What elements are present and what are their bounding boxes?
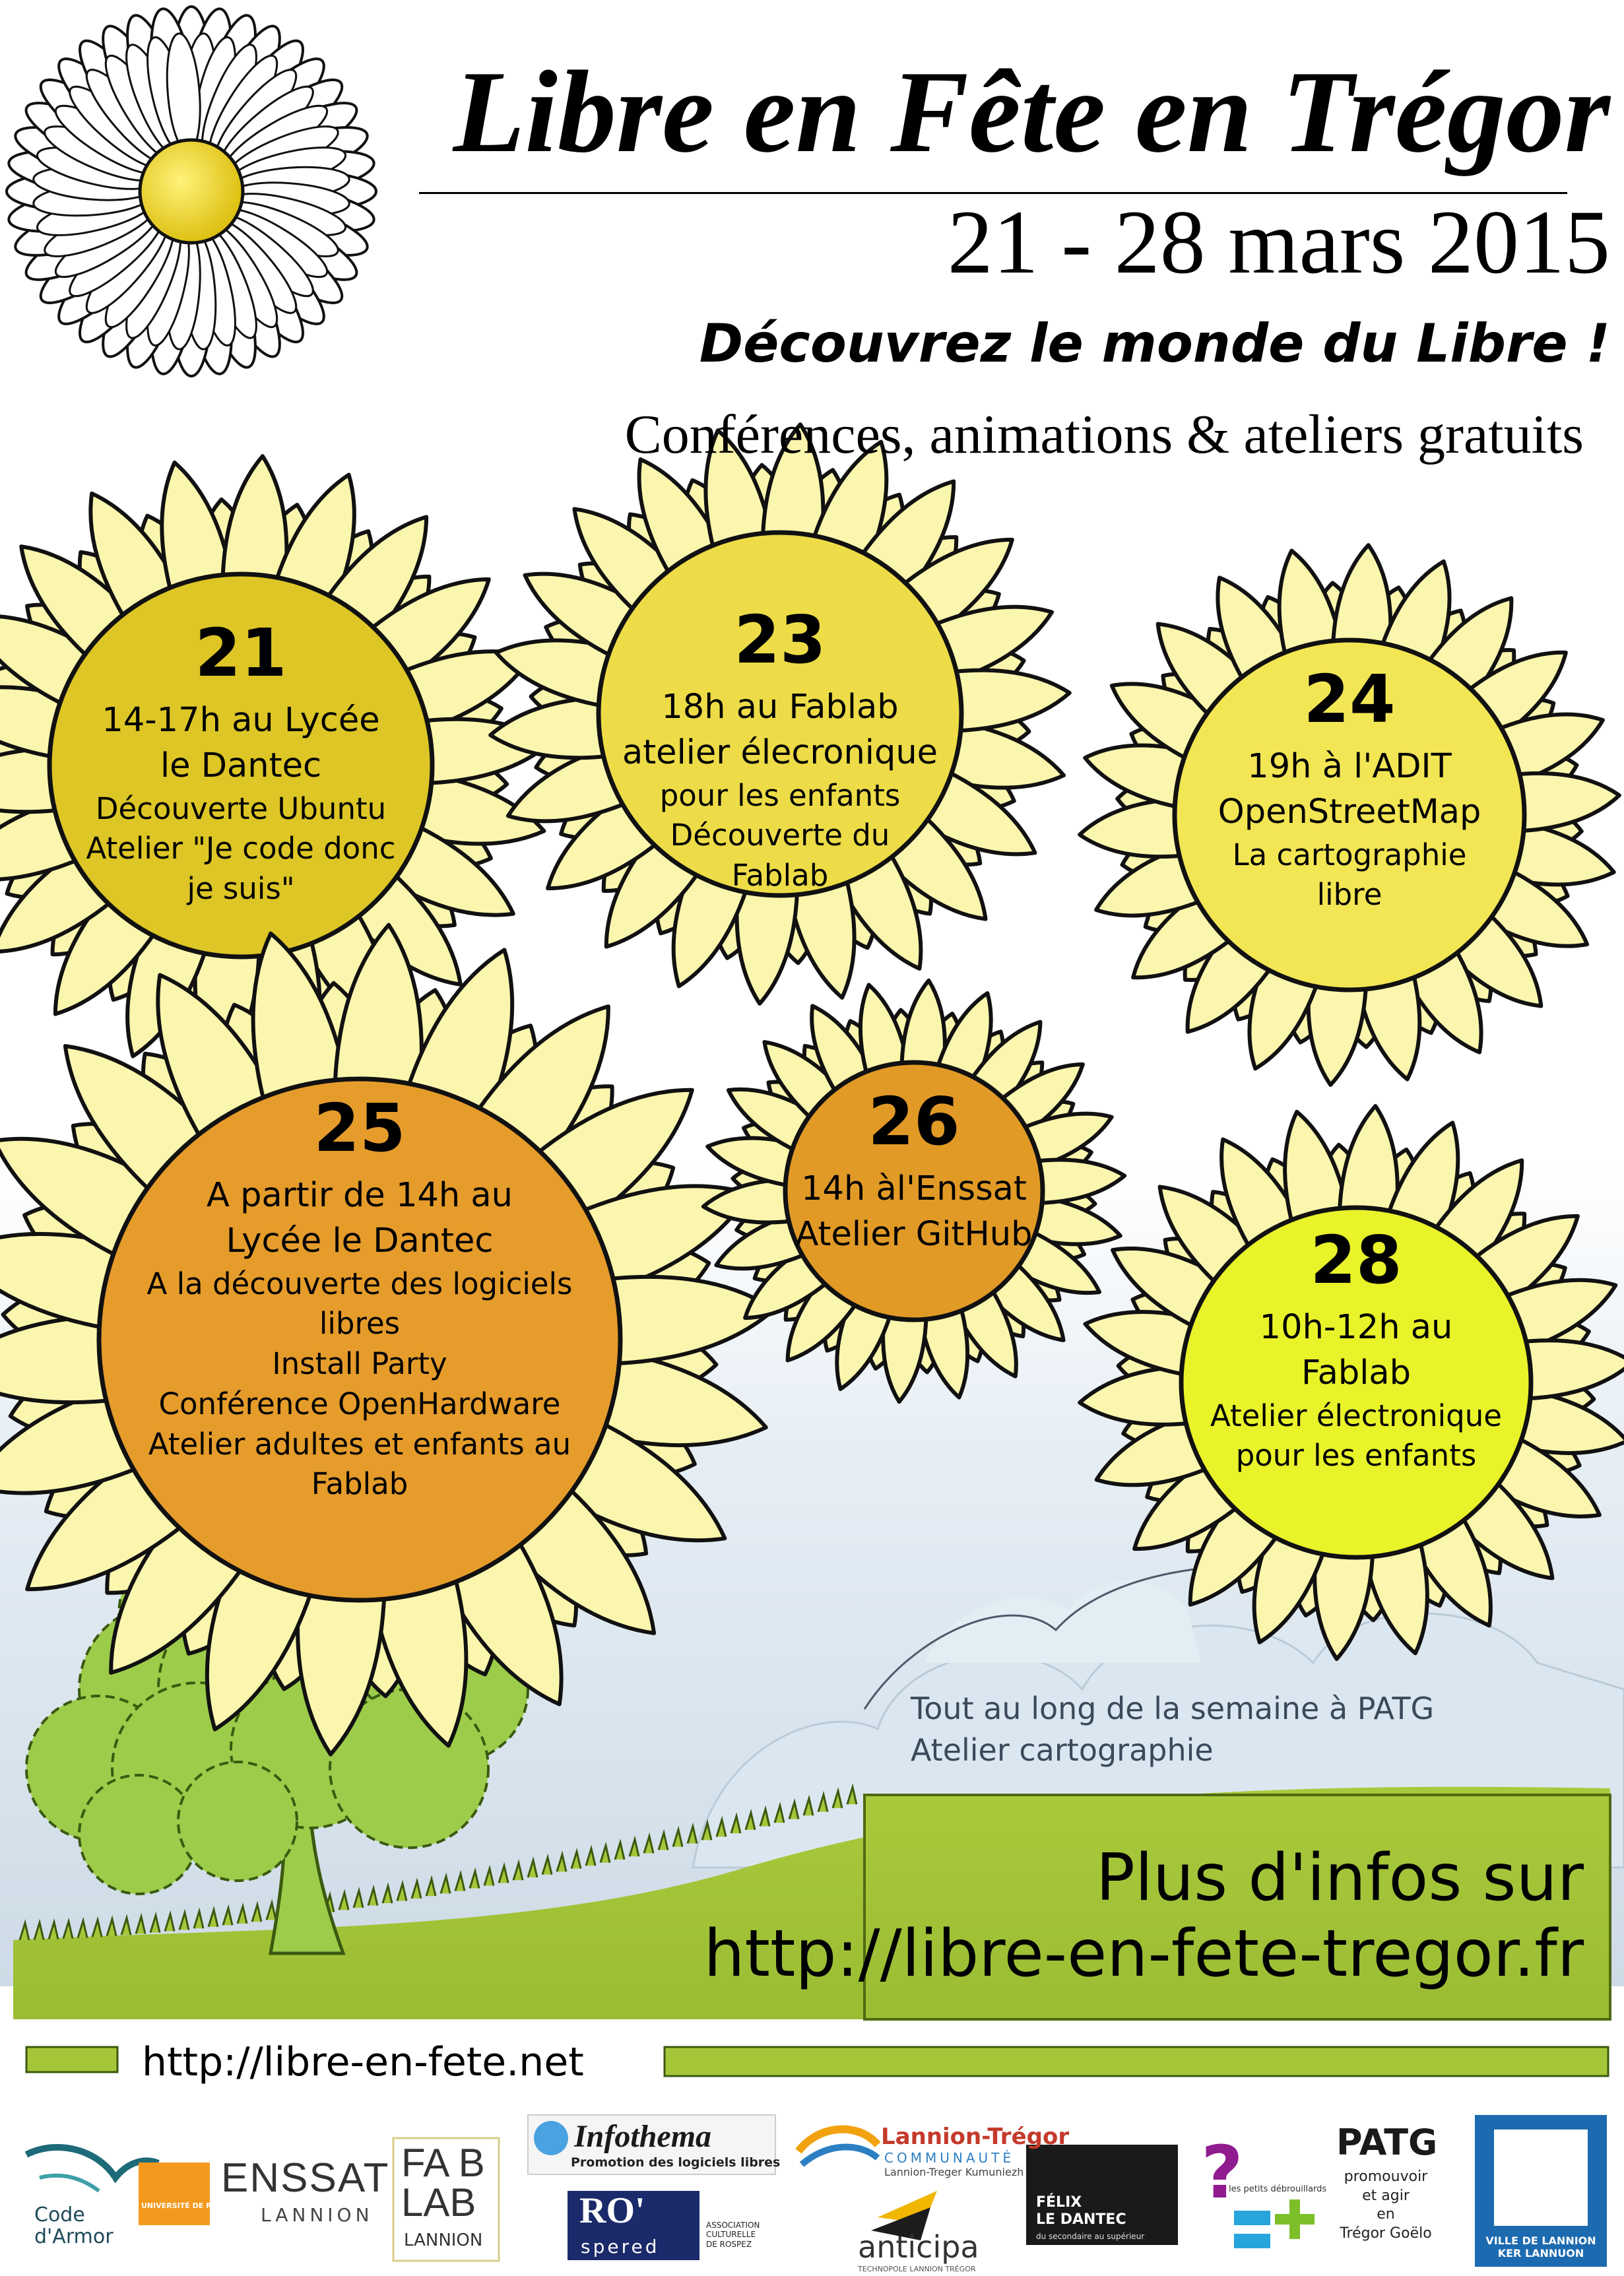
fablab-sub: LANNION bbox=[404, 2230, 483, 2250]
event-line: pour les enfants bbox=[1235, 1438, 1477, 1474]
logo-code-armor[interactable]: Code d'Armor bbox=[34, 2204, 114, 2248]
code-armor-line2: d'Armor bbox=[34, 2225, 114, 2248]
fablab-b1: B bbox=[458, 2141, 485, 2185]
patg-sub: promouvoir et agir en Trégor Goëlo bbox=[1336, 2168, 1435, 2243]
week-note: Tout au long de la semaine à PATG Atelie… bbox=[911, 1688, 1434, 1772]
svg-text:?: ? bbox=[1201, 2130, 1243, 2215]
event-line: OpenStreetMap bbox=[1218, 792, 1481, 831]
tagline: Découvrez le monde du Libre ! bbox=[699, 313, 1610, 374]
rospered-assoc: ASSOCIATION CULTURELLE DE ROSPEZ bbox=[706, 2221, 760, 2249]
event-line: pour les enfants bbox=[659, 777, 901, 813]
event-line: Atelier adultes et enfants au bbox=[148, 1426, 571, 1462]
week-note-line2: Atelier cartographie bbox=[911, 1732, 1214, 1769]
event-line: 10h-12h au bbox=[1259, 1308, 1453, 1347]
logo-infothema[interactable]: Infothema bbox=[574, 2118, 711, 2155]
logo-lannion-tregor[interactable]: Lannion-Trégor bbox=[881, 2124, 1069, 2150]
footer-stripe-left bbox=[25, 2046, 119, 2073]
event-line: La cartographie bbox=[1232, 837, 1467, 872]
event-line: Atelier "Je code donc bbox=[86, 831, 396, 866]
logo-patg[interactable]: PATG bbox=[1336, 2122, 1437, 2163]
event-line: Découverte du bbox=[670, 818, 890, 853]
rospered-assoc-1: ASSOCIATION bbox=[706, 2221, 760, 2230]
subtitle: Conférences, animations & ateliers gratu… bbox=[624, 404, 1584, 465]
poster-title: Libre en Fête en Trégor bbox=[453, 46, 1610, 177]
logo-enssat[interactable]: ENSSAT bbox=[221, 2155, 389, 2201]
logo-enssat-sub: LANNION bbox=[261, 2204, 374, 2226]
patg-sub-3: en bbox=[1377, 2206, 1395, 2223]
logo-fablab[interactable]: FA B LAB bbox=[401, 2143, 485, 2223]
lannion-tregor-sub2: Lannion-Treger Kumuniezh bbox=[884, 2166, 1024, 2178]
ville-line2: KER LANNUON bbox=[1497, 2247, 1584, 2260]
event-dates: 21 - 28 mars 2015 bbox=[947, 191, 1610, 292]
event-line: le Dantec bbox=[160, 746, 322, 785]
event-line: 18h au Fablab bbox=[661, 688, 899, 727]
libre-en-fete-link[interactable]: http://libre-en-fete.net bbox=[142, 2039, 584, 2085]
event-day: 28 bbox=[1310, 1221, 1402, 1299]
event-28: 28 10h-12h au Fablab Atelier électronique po… bbox=[1181, 1227, 1531, 1476]
event-line: Lycée le Dantec bbox=[226, 1221, 494, 1260]
rospered-assoc-3: DE ROSPEZ bbox=[706, 2239, 752, 2249]
event-line: libre bbox=[1316, 877, 1382, 913]
event-day: 21 bbox=[195, 614, 287, 692]
event-day: 23 bbox=[734, 601, 826, 678]
event-line: Fablab bbox=[731, 858, 829, 894]
event-23: 23 18h au Fablab atelier élecronique pour l… bbox=[599, 607, 961, 896]
event-line: Fablab bbox=[311, 1466, 408, 1502]
event-line: Conférence OpenHardware bbox=[158, 1386, 561, 1421]
event-day: 25 bbox=[313, 1089, 406, 1167]
rospered-assoc-2: CULTURELLE bbox=[706, 2230, 756, 2240]
leaf-cluster bbox=[177, 1761, 298, 1882]
website-link[interactable]: http://libre-en-fete-tregor.fr bbox=[633, 1917, 1584, 1992]
footer-stripe-right bbox=[663, 2046, 1609, 2077]
code-armor-line1: Code bbox=[34, 2203, 85, 2227]
event-line: Atelier électronique bbox=[1210, 1398, 1502, 1433]
logo-felix-le-dantec[interactable]: FÉLIX LE DANTEC bbox=[1036, 2194, 1126, 2229]
infothema-sub: Promotion des logiciels libres bbox=[571, 2155, 781, 2170]
logo-anticipa[interactable]: anticipa bbox=[858, 2229, 979, 2265]
event-day: 26 bbox=[868, 1083, 960, 1160]
event-21: 21 14-17h au Lycée le Dantec Découverte Ubu… bbox=[53, 620, 429, 909]
fablab-b2: B bbox=[449, 2180, 476, 2225]
ville-line1: VILLE DE LANNION bbox=[1485, 2234, 1596, 2247]
event-line: 14h àl'Enssat bbox=[801, 1169, 1027, 1208]
event-line: 14-17h au Lycée bbox=[102, 701, 380, 740]
event-line: 19h à l'ADIT bbox=[1247, 747, 1452, 786]
daisy-flower-icon bbox=[5, 5, 377, 377]
rospered-sub: spered bbox=[581, 2236, 660, 2258]
patg-sub-1: promouvoir bbox=[1344, 2168, 1428, 2185]
event-line: Fablab bbox=[1301, 1353, 1412, 1392]
event-line: Atelier GitHub bbox=[795, 1214, 1033, 1254]
event-line: libres bbox=[319, 1306, 401, 1342]
logo-ville-lannion[interactable]: VILLE DE LANNION KER LANNUON bbox=[1478, 2234, 1604, 2260]
logo-petits-debrouillards[interactable]: les petits débrouillards bbox=[1229, 2184, 1326, 2194]
patg-sub-2: et agir bbox=[1362, 2187, 1410, 2204]
event-line: A partir de 14h au bbox=[206, 1176, 513, 1215]
more-info-label: Plus d'infos sur bbox=[1095, 1840, 1584, 1916]
event-line: Découverte Ubuntu bbox=[95, 791, 387, 826]
logo-rennes[interactable]: UNIVERSITÉ DE RENNES 1 bbox=[141, 2201, 246, 2210]
event-24: 24 19h à l'ADIT OpenStreetMap La cartograph… bbox=[1175, 667, 1524, 915]
event-line: je suis" bbox=[187, 871, 295, 907]
patg-sub-4: Trégor Goëlo bbox=[1340, 2225, 1432, 2242]
felix-line2: LE DANTEC bbox=[1036, 2211, 1126, 2228]
event-day: 24 bbox=[1303, 661, 1396, 738]
event-25: 25 A partir de 14h au Lycée le Dantec A la … bbox=[99, 1095, 620, 1505]
event-line: Install Party bbox=[272, 1346, 447, 1382]
event-line: A la découverte des logiciels bbox=[146, 1266, 573, 1301]
lannion-tregor-sub1: COMMUNAUTÉ bbox=[884, 2150, 1014, 2166]
fablab-la: LA bbox=[401, 2180, 450, 2225]
week-note-line1: Tout au long de la semaine à PATG bbox=[911, 1691, 1435, 1726]
felix-sub: du secondaire au supérieur bbox=[1036, 2232, 1145, 2241]
event-line: atelier élecronique bbox=[622, 732, 938, 772]
anticipa-sub: TECHNOPOLE LANNION TRÉGOR bbox=[858, 2265, 976, 2273]
fablab-fa: FA bbox=[401, 2141, 448, 2185]
logo-rospered[interactable]: RO' bbox=[579, 2190, 645, 2232]
felix-line1: FÉLIX bbox=[1036, 2194, 1082, 2211]
event-26: 26 14h àl'Enssat Atelier GitHub bbox=[785, 1089, 1043, 1258]
daisy-center bbox=[138, 138, 245, 245]
